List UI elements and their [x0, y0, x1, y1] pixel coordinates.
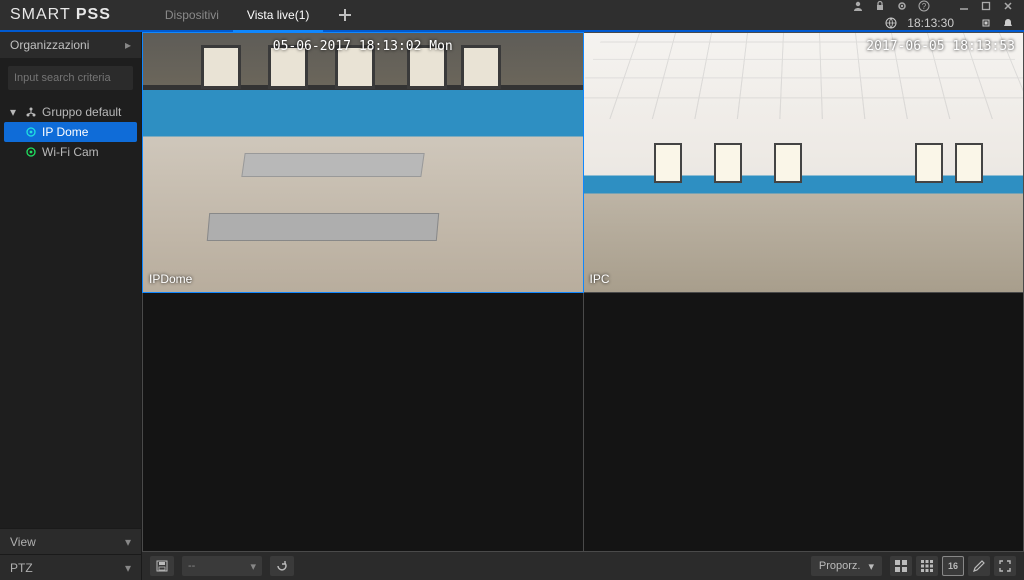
title-bar: SMART PSS Dispositivi Vista live(1) ? 18… [0, 0, 1024, 32]
gear-icon[interactable] [896, 0, 908, 12]
sidebar-accordion-ptz[interactable]: PTZ ▾ [0, 554, 141, 580]
grid-2x2-icon [894, 559, 908, 573]
minimize-icon[interactable] [958, 0, 970, 12]
sidebar-header-organizzazioni[interactable]: Organizzazioni ▸ [0, 32, 141, 58]
layout-16-button[interactable]: 16 [942, 556, 964, 576]
video-cell-4[interactable] [584, 293, 1024, 552]
tree-cam-ip-dome[interactable]: IP Dome [4, 122, 137, 142]
plus-icon [338, 8, 352, 22]
fullscreen-button[interactable] [994, 556, 1016, 576]
video-cell-3[interactable] [143, 293, 583, 552]
grid-3x3-icon [920, 559, 934, 573]
device-search[interactable] [8, 66, 133, 90]
video-grid-area: 05-06-2017 18:13:02 Mon IPDome 2017-06-0… [142, 32, 1024, 580]
bottom-toolbar: -- ▾ Proporz. ▾ 16 [142, 552, 1024, 580]
clock-text: 18:13:30 [907, 16, 954, 30]
device-tree: ▾ Gruppo default IP Dome Wi-Fi Cam [0, 98, 141, 162]
cpu-icon[interactable] [980, 17, 992, 29]
user-icon[interactable] [852, 0, 864, 12]
camera-timestamp: 2017-06-05 18:13:53 [866, 39, 1015, 54]
video-cell-1[interactable]: 05-06-2017 18:13:02 Mon IPDome [143, 33, 583, 292]
layout-4-button[interactable] [890, 556, 912, 576]
save-view-button[interactable] [150, 556, 174, 576]
org-icon [24, 106, 38, 118]
chevron-right-icon: ▸ [125, 38, 131, 52]
fullscreen-icon [998, 559, 1012, 573]
maximize-icon[interactable] [980, 0, 992, 12]
close-icon[interactable] [1002, 0, 1014, 12]
chevron-down-icon: ▾ [125, 561, 131, 575]
camera-icon [24, 146, 38, 158]
camera-label: IPDome [149, 272, 192, 286]
chevron-down-icon: ▾ [6, 105, 20, 119]
refresh-icon [275, 559, 289, 573]
app-brand: SMART PSS [10, 6, 111, 24]
topbar-right-icons: ? 18:13:30 [852, 0, 1014, 30]
bell-icon[interactable] [1002, 17, 1014, 29]
chevron-down-icon: ▾ [125, 535, 131, 549]
search-input[interactable] [14, 72, 156, 84]
globe-icon [885, 17, 897, 29]
lock-icon[interactable] [874, 0, 886, 12]
sidebar: Organizzazioni ▸ ▾ Gruppo default [0, 32, 142, 580]
stream-combo[interactable]: -- ▾ [182, 556, 262, 576]
refresh-button[interactable] [270, 556, 294, 576]
chevron-down-icon: ▾ [250, 560, 256, 573]
tab-add-button[interactable] [333, 3, 357, 27]
chevron-down-icon: ▾ [868, 560, 874, 573]
help-icon[interactable]: ? [918, 0, 930, 12]
disk-icon [155, 559, 169, 573]
sidebar-accordion-view[interactable]: View ▾ [0, 528, 141, 554]
proporz-combo[interactable]: Proporz. ▾ [811, 556, 882, 576]
tab-dispositivi[interactable]: Dispositivi [151, 0, 233, 30]
camera-timestamp: 05-06-2017 18:13:02 Mon [273, 39, 453, 54]
snapshot-button[interactable] [968, 556, 990, 576]
tab-vista-live[interactable]: Vista live(1) [233, 0, 323, 30]
svg-text:?: ? [922, 2, 927, 11]
camera-label: IPC [590, 272, 610, 286]
tree-cam-wifi[interactable]: Wi-Fi Cam [4, 142, 137, 162]
layout-9-button[interactable] [916, 556, 938, 576]
tab-strip: Dispositivi Vista live(1) [151, 0, 357, 30]
tree-group-default[interactable]: ▾ Gruppo default [4, 102, 137, 122]
video-cell-2[interactable]: 2017-06-05 18:13:53 IPC [584, 33, 1024, 292]
pencil-icon [972, 559, 986, 573]
layout-buttons: 16 [890, 556, 1016, 576]
camera-icon [24, 126, 38, 138]
